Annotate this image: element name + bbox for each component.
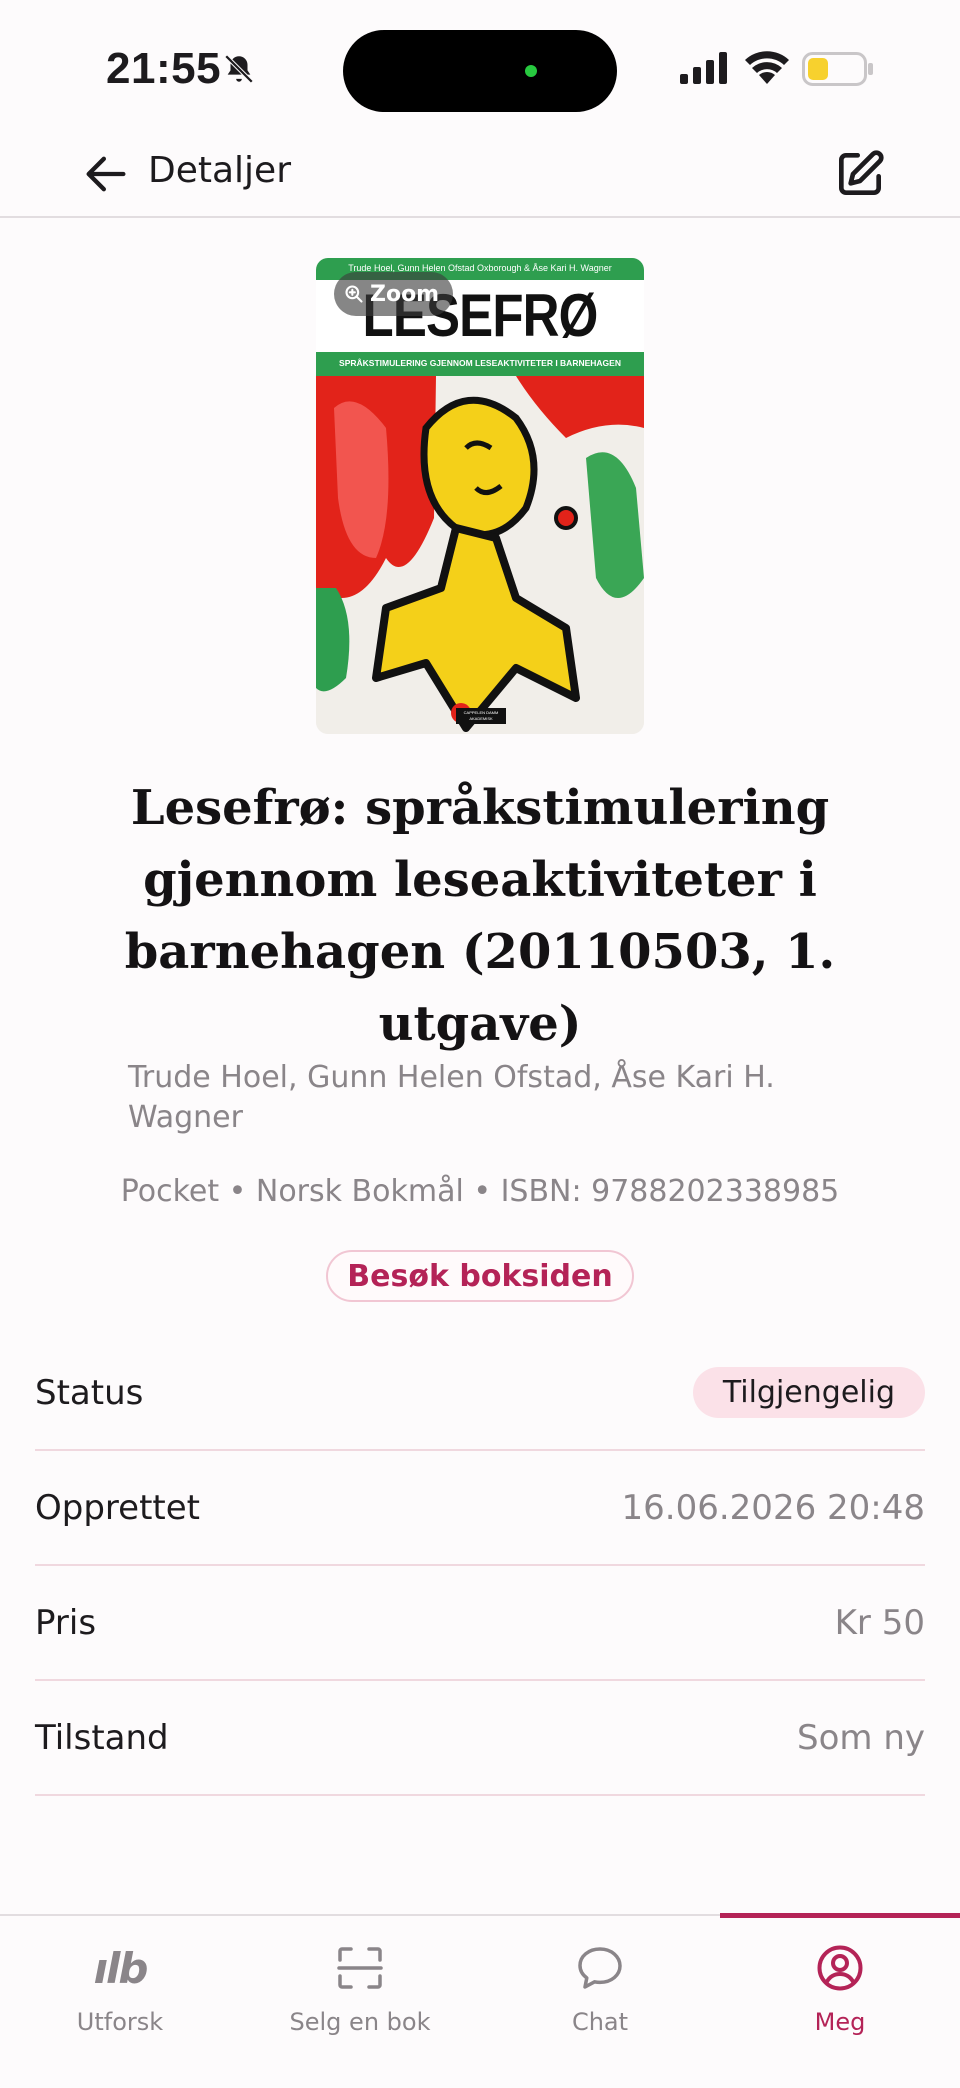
nav-me[interactable]: Meg (720, 1916, 960, 2088)
details-list: Status Tilgjengelig Opprettet 16.06.2026… (35, 1336, 925, 1796)
price-row: Pris Kr 50 (35, 1566, 925, 1681)
condition-label: Tilstand (35, 1717, 169, 1758)
created-label: Opprettet (35, 1487, 200, 1528)
app-logo-icon: ılb (93, 1942, 149, 1994)
bell-muted-icon (224, 54, 254, 84)
cover-subtitle: SPRÅKSTIMULERING GJENNOM LESEAKTIVITETER… (339, 358, 621, 368)
nav-me-label: Meg (814, 2008, 866, 2036)
bottom-navigation: ılb Utforsk Selg en bok Chat Meg (0, 1913, 960, 2088)
nav-sell[interactable]: Selg en bok (240, 1916, 480, 2088)
logo-text: ılb (93, 1943, 149, 1993)
cellular-signal-icon (680, 52, 727, 84)
nav-explore-label: Utforsk (76, 2008, 164, 2036)
chat-bubble-icon (578, 1947, 622, 1989)
status-label: Status (35, 1372, 144, 1413)
book-authors: Trude Hoel, Gunn Helen Ofstad, Åse Kari … (128, 1060, 775, 1135)
created-row: Opprettet 16.06.2026 20:48 (35, 1451, 925, 1566)
price-value: Kr 50 (834, 1602, 925, 1643)
status-bar: 21:55 (0, 0, 960, 130)
edit-icon[interactable] (832, 146, 888, 202)
nav-chat[interactable]: Chat (480, 1916, 720, 2088)
page-title: Detaljer (148, 150, 291, 191)
dynamic-island (343, 30, 617, 112)
nav-chat-label: Chat (571, 2008, 629, 2036)
cover-publisher: CAPPELEN DAMM AKADEMISK (463, 710, 499, 721)
zoom-button[interactable]: Zoom (334, 272, 454, 316)
back-arrow-icon[interactable] (80, 148, 132, 200)
book-title: Lesefrø: språkstimulering gjennom leseak… (124, 780, 836, 1052)
battery-icon (802, 52, 873, 86)
price-label: Pris (35, 1602, 97, 1643)
zoom-label: Zoom (370, 281, 440, 307)
book-cover-image[interactable]: Trude Hoel, Gunn Helen Ofstad Oxborough … (316, 258, 644, 734)
visit-book-page-button[interactable]: Besøk boksiden (326, 1250, 634, 1302)
condition-value: Som ny (797, 1717, 925, 1758)
book-meta: Pocket • Norsk Bokmål • ISBN: 9788202338… (120, 1174, 840, 1209)
camera-indicator (525, 65, 537, 77)
wifi-icon (745, 51, 789, 84)
status-time: 21:55 (106, 44, 222, 93)
app-bar: Detaljer (0, 130, 960, 218)
zoom-in-icon (345, 285, 363, 303)
status-badge: Tilgjengelig (692, 1367, 925, 1418)
nav-sell-label: Selg en bok (289, 2008, 431, 2036)
nav-explore[interactable]: ılb Utforsk (0, 1916, 240, 2088)
scan-icon (337, 1947, 383, 1989)
created-value: 16.06.2026 20:48 (621, 1487, 925, 1528)
user-circle-icon (817, 1945, 863, 1991)
condition-row: Tilstand Som ny (35, 1681, 925, 1796)
status-row: Status Tilgjengelig (35, 1336, 925, 1451)
